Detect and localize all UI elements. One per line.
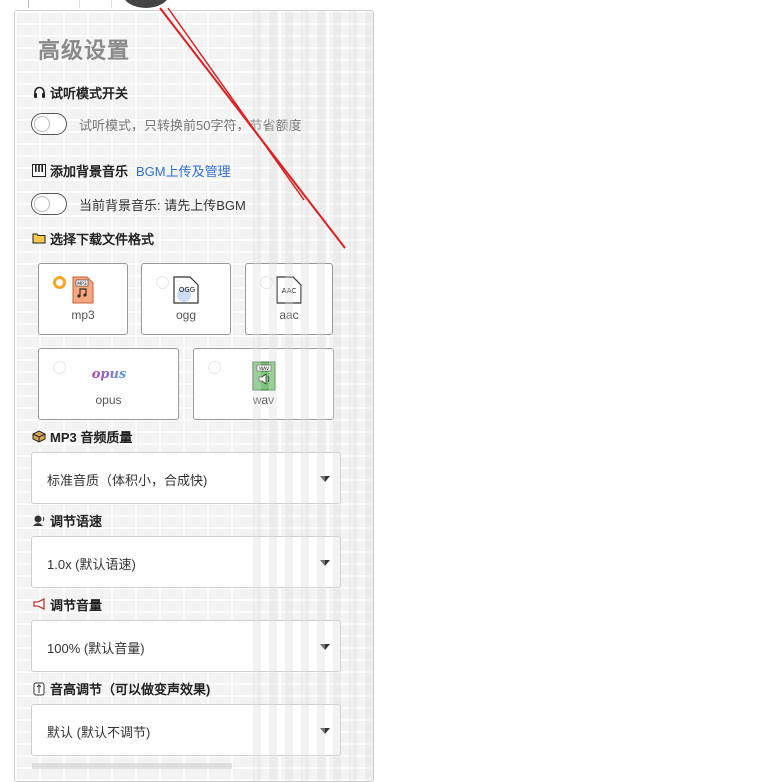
piano-icon: [32, 163, 46, 178]
format-option-mp3[interactable]: MP3 mp3: [38, 263, 128, 335]
format-label: wav: [252, 393, 275, 407]
package-icon: [32, 429, 46, 444]
svg-text:opus: opus: [91, 367, 126, 382]
format-option-opus[interactable]: opus opus: [38, 348, 179, 420]
pitch-section-header: 音高调节（可以做变声效果): [32, 679, 210, 698]
pitch-select-value: 默认 (默认不调节): [47, 725, 151, 740]
folder-icon: [32, 232, 46, 246]
format-option-aac[interactable]: AAC aac: [245, 263, 333, 335]
format-section-header: 选择下载文件格式: [32, 229, 154, 248]
svg-text:AAC: AAC: [282, 287, 297, 295]
quality-section-header: MP3 音频质量: [32, 427, 132, 446]
bgm-toggle[interactable]: [31, 193, 67, 215]
svg-text:OGG: OGG: [179, 286, 195, 294]
format-option-ogg[interactable]: OGG ogg: [141, 263, 231, 335]
radio-unselected[interactable]: [53, 361, 66, 374]
preview-toggle-text: 试听模式，只转换前50字符，节省额度: [79, 117, 302, 133]
radio-unselected[interactable]: [260, 276, 273, 289]
bgm-manage-link[interactable]: BGM上传及管理: [136, 161, 231, 180]
preview-section-header: 试听模式开关: [32, 83, 128, 102]
wav-file-icon: WAV: [252, 361, 276, 396]
toggle-knob: [34, 196, 50, 212]
preview-toggle-row: 试听模式，只转换前50字符，节省额度: [31, 113, 301, 135]
svg-text:WAV: WAV: [258, 366, 269, 372]
chevron-down-icon: [320, 728, 330, 734]
top-tab-stub: [28, 0, 112, 8]
preview-header-label: 试听模式开关: [50, 86, 129, 101]
volume-select-value: 100% (默认音量): [47, 641, 145, 656]
aac-file-icon: AAC: [276, 276, 302, 309]
headphones-icon: [32, 86, 46, 100]
pitch-select[interactable]: 默认 (默认不调节): [31, 704, 341, 756]
panel-title: 高级设置: [38, 38, 131, 63]
bgm-header-label: 添加背景音乐: [50, 164, 129, 179]
radio-unselected[interactable]: [208, 361, 221, 374]
chevron-down-icon: [320, 560, 330, 566]
pitch-icon: [32, 682, 46, 696]
speed-header-label: 调节语速: [50, 514, 103, 529]
speaker-person-icon: [32, 514, 46, 528]
chevron-down-icon: [320, 644, 330, 650]
next-section-cutoff: [32, 763, 232, 769]
format-header-label: 选择下载文件格式: [50, 232, 155, 247]
bgm-toggle-row: 当前背景音乐: 请先上传BGM: [31, 193, 246, 215]
preview-mode-toggle[interactable]: [31, 113, 67, 135]
speed-select-value: 1.0x (默认语速): [47, 557, 136, 572]
quality-select-value: 标准音质（体积小，合成快): [47, 473, 208, 488]
mp3-file-icon: MP3: [72, 276, 94, 309]
pitch-header-label: 音高调节（可以做变声效果): [50, 682, 211, 697]
volume-header-label: 调节音量: [50, 598, 103, 613]
format-option-wav[interactable]: WAV wav: [193, 348, 334, 420]
chevron-down-icon: [320, 476, 330, 482]
megaphone-icon: [32, 597, 46, 612]
format-label: aac: [279, 308, 299, 322]
radio-selected[interactable]: [53, 276, 66, 289]
ogg-file-icon: OGG: [173, 276, 199, 309]
volume-section-header: 调节音量: [32, 595, 102, 614]
format-label: opus: [95, 393, 122, 407]
speed-section-header: 调节语速: [32, 511, 102, 530]
svg-text:MP3: MP3: [77, 281, 87, 287]
top-avatar-fragment: [123, 0, 169, 8]
opus-logo-icon: opus: [87, 365, 131, 388]
bgm-toggle-text: 当前背景音乐: 请先上传BGM: [79, 197, 246, 213]
quality-select[interactable]: 标准音质（体积小，合成快): [31, 452, 341, 504]
radio-unselected[interactable]: [156, 276, 169, 289]
advanced-settings-panel: 高级设置 试听模式开关 试听模式，只转换前50字符，节省额度 添加背景音乐 BG…: [14, 10, 374, 782]
bgm-section-header: 添加背景音乐 BGM上传及管理: [32, 161, 231, 180]
volume-select[interactable]: 100% (默认音量): [31, 620, 341, 672]
format-label: mp3: [71, 308, 95, 322]
format-label: ogg: [175, 308, 197, 322]
toggle-knob: [34, 116, 50, 132]
quality-header-label: MP3 音频质量: [50, 430, 133, 445]
speed-select[interactable]: 1.0x (默认语速): [31, 536, 341, 588]
